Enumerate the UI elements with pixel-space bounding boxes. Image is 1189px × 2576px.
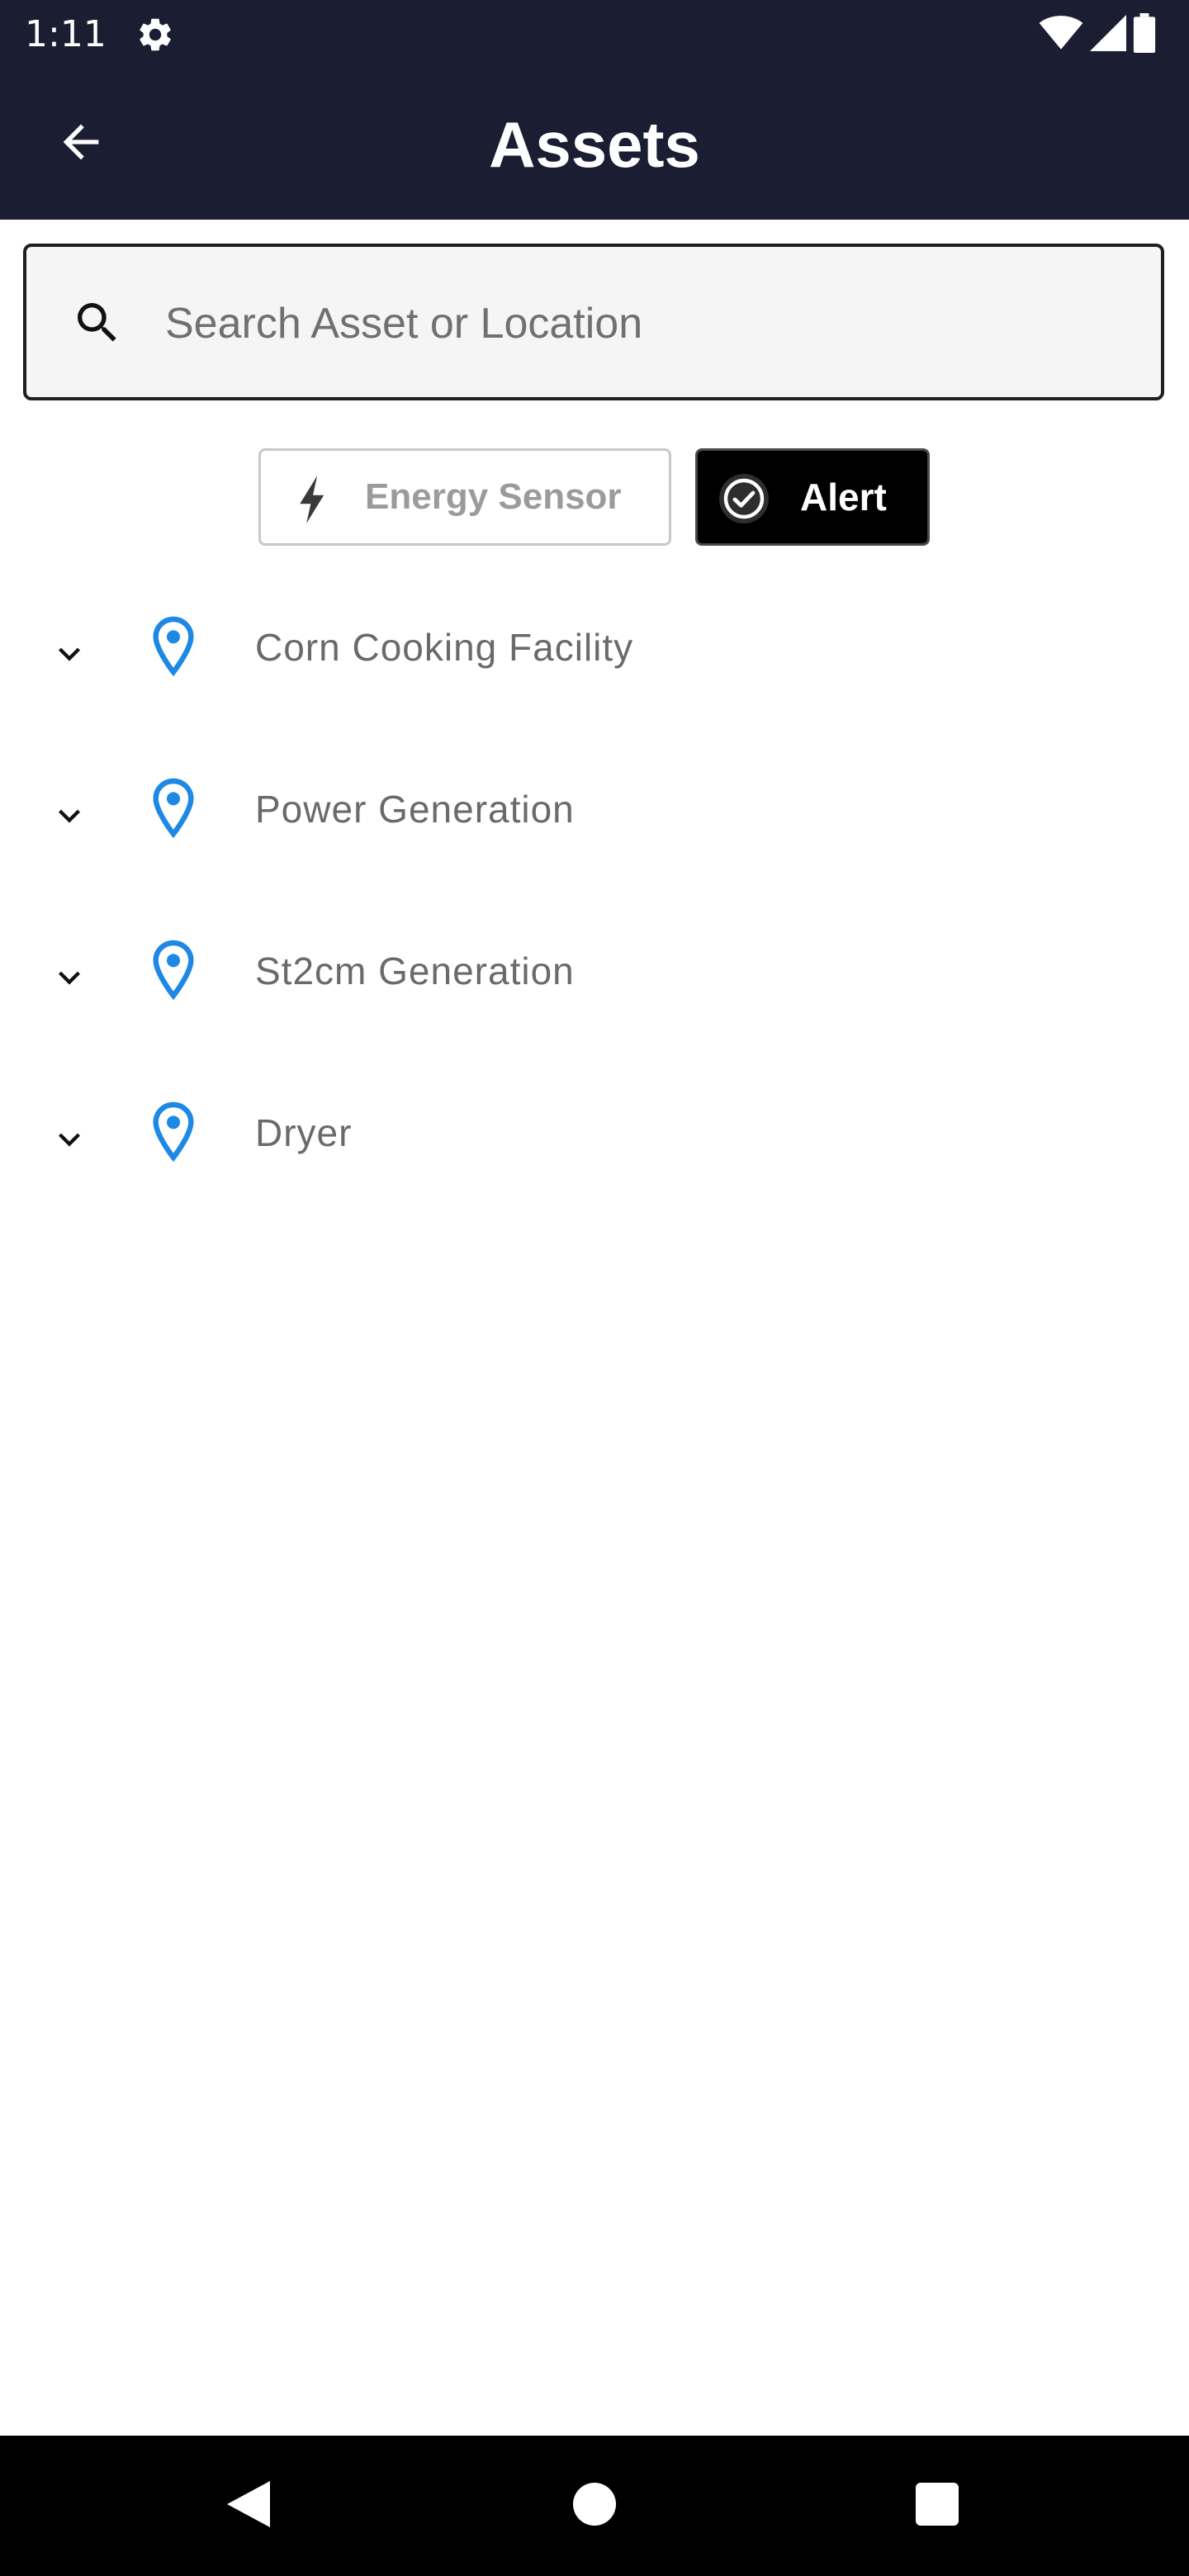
status-bar: 1:11 [0,0,1189,69]
search-box[interactable] [23,244,1164,400]
alert-filter-chip[interactable]: Alert [695,448,930,546]
location-pin-icon [147,1100,200,1163]
search-input[interactable] [163,280,1125,367]
system-nav-bar [0,2436,1189,2576]
arrow-left-icon [54,116,107,173]
asset-list-item[interactable]: Power Generation [0,740,1189,902]
alert-chip-label: Alert [800,476,887,519]
check-circle-icon [718,472,770,525]
asset-list-item[interactable]: Dryer [0,1063,1189,1225]
energy-sensor-chip-label: Energy Sensor [365,476,622,517]
chevron-down-icon[interactable] [48,1118,91,1161]
asset-name: Dryer [255,1111,353,1154]
location-pin-icon [147,614,200,677]
asset-name: Power Generation [255,788,575,831]
location-pin-icon [147,776,200,839]
chevron-down-icon[interactable] [48,632,91,675]
asset-list: Corn Cooking Facility Power Generation S… [0,578,1189,1225]
asset-name: St2cm Generation [255,949,575,992]
asset-list-item[interactable]: Corn Cooking Facility [0,578,1189,740]
chevron-down-icon[interactable] [48,956,91,999]
nav-recents-button[interactable] [900,2469,974,2543]
page-title: Assets [489,108,700,181]
energy-sensor-filter-chip[interactable]: Energy Sensor [258,448,671,546]
back-button[interactable] [48,111,114,177]
signal-icon [1090,14,1126,55]
search-icon [71,296,124,349]
gear-icon [135,15,175,54]
home-circle-icon [571,2481,618,2531]
location-pin-icon [147,938,200,1001]
status-time: 1:11 [25,13,107,55]
recents-square-icon [915,2482,959,2531]
back-triangle-icon [224,2478,273,2535]
wifi-icon [1039,15,1083,55]
chevron-down-icon[interactable] [48,794,91,837]
battery-icon [1133,12,1156,57]
app-bar: Assets [0,69,1189,220]
status-icons [1039,12,1156,57]
bolt-icon [292,476,334,523]
asset-name: Corn Cooking Facility [255,626,634,669]
nav-back-button[interactable] [211,2469,286,2543]
nav-home-button[interactable] [557,2469,632,2543]
asset-list-item[interactable]: St2cm Generation [0,902,1189,1063]
